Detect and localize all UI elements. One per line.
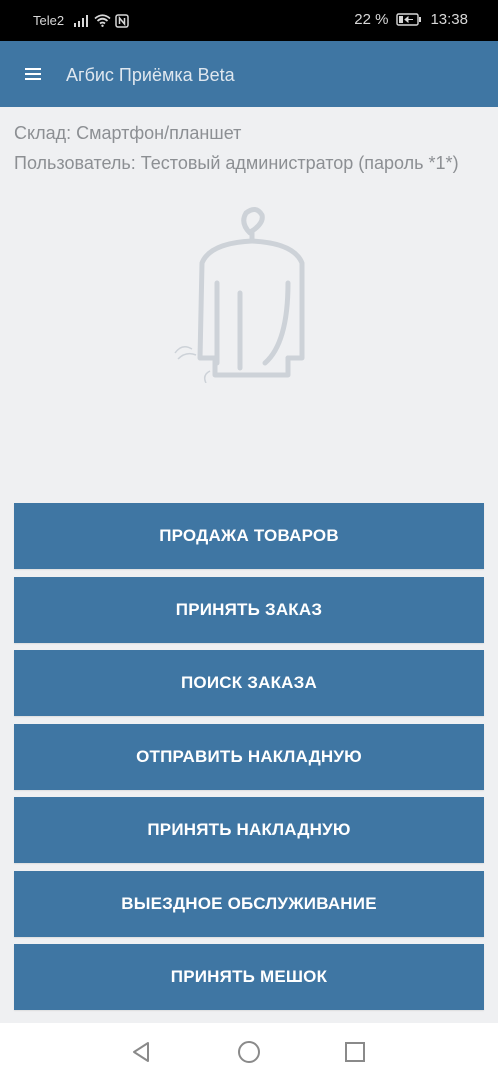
home-icon[interactable] bbox=[237, 1040, 261, 1064]
battery-percent: 22 % bbox=[354, 11, 389, 28]
accept-invoice-button[interactable]: ПРИНЯТЬ НАКЛАДНУЮ bbox=[14, 797, 484, 863]
warehouse-label: Склад: Смартфон/планшет bbox=[14, 123, 242, 143]
user-label: Пользователь: Тестовый администратор (па… bbox=[14, 153, 459, 173]
action-list: ПРОДАЖА ТОВАРОВ ПРИНЯТЬ ЗАКАЗ ПОИСК ЗАКА… bbox=[14, 503, 484, 1018]
field-service-button[interactable]: ВЫЕЗДНОЕ ОБСЛУЖИВАНИЕ bbox=[14, 870, 484, 937]
wifi-icon bbox=[94, 14, 111, 27]
clock: 13:38 bbox=[430, 11, 468, 28]
main-content: Склад: Смартфон/планшет Пользователь: Те… bbox=[0, 107, 498, 1023]
send-invoice-button[interactable]: ОТПРАВИТЬ НАКЛАДНУЮ bbox=[14, 723, 484, 790]
search-order-button[interactable]: ПОИСК ЗАКАЗА bbox=[14, 650, 484, 716]
nfc-icon bbox=[115, 13, 129, 28]
clothes-on-hanger-icon bbox=[174, 207, 305, 383]
battery-icon bbox=[396, 13, 422, 26]
sell-goods-button[interactable]: ПРОДАЖА ТОВАРОВ bbox=[14, 503, 484, 569]
status-right: 22 % 13:38 bbox=[354, 11, 468, 28]
accept-order-button[interactable]: ПРИНЯТЬ ЗАКАЗ bbox=[14, 576, 484, 643]
status-bar: Tele2 22 % 13:38 bbox=[0, 0, 498, 41]
signal-icon bbox=[74, 14, 89, 27]
carrier-label: Tele2 bbox=[33, 13, 65, 28]
app-title: Агбис Приёмка Beta bbox=[66, 65, 235, 85]
app-bar: Агбис Приёмка Beta bbox=[0, 41, 498, 107]
hamburger-menu-icon[interactable] bbox=[25, 68, 41, 80]
back-icon[interactable] bbox=[130, 1040, 154, 1064]
status-left: Tele2 bbox=[33, 13, 129, 28]
system-nav-bar bbox=[0, 1023, 498, 1080]
accept-bag-button[interactable]: ПРИНЯТЬ МЕШОК bbox=[14, 944, 484, 1010]
recent-apps-icon[interactable] bbox=[343, 1040, 367, 1064]
